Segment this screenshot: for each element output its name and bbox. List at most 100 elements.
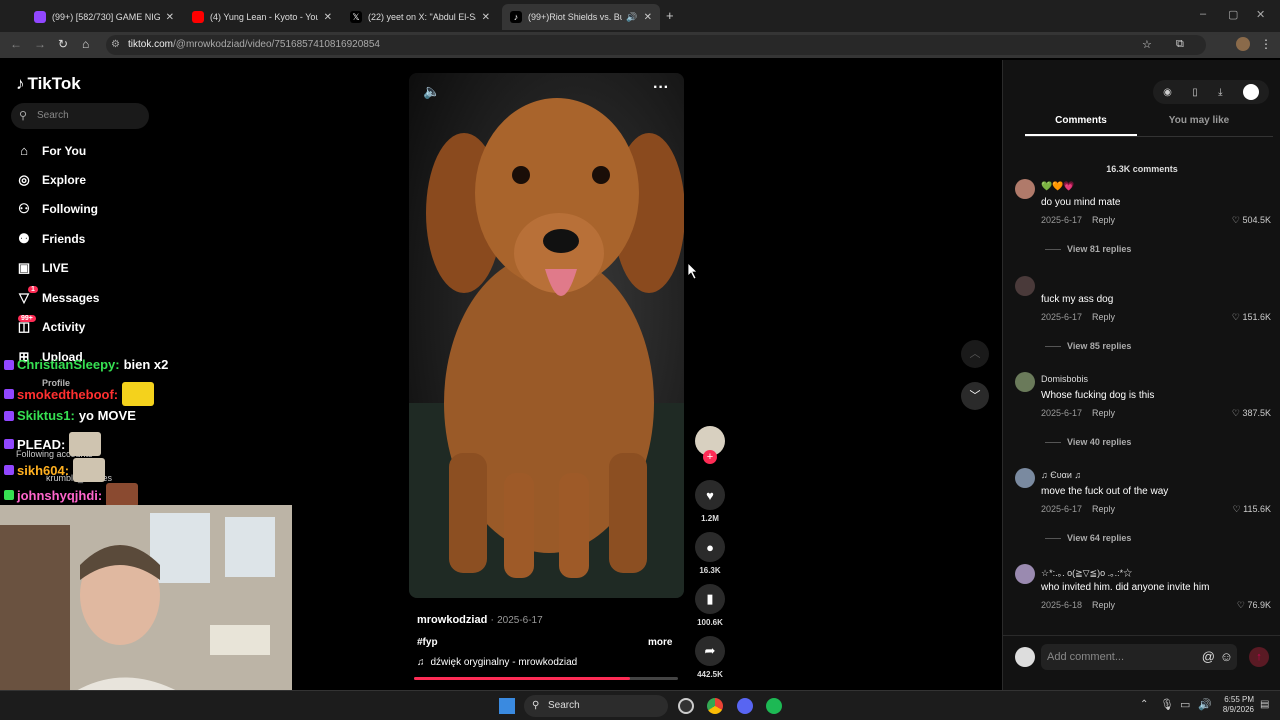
reply-button[interactable]: Reply [1092, 312, 1115, 322]
nav-explore[interactable]: ◎ Explore [16, 172, 86, 188]
avatar[interactable] [1015, 179, 1035, 199]
comment-user[interactable]: 💚🧡💗 [1041, 181, 1075, 192]
spotify-icon[interactable] [766, 698, 782, 714]
tiktok-logo[interactable]: ♪ TikTok [16, 74, 81, 94]
reply-button[interactable]: Reply [1092, 215, 1115, 225]
clock[interactable]: 6:55 PM 8/9/2026 [1214, 695, 1254, 715]
comment-meta: 2025-6-17 Reply [1041, 312, 1115, 322]
network-icon[interactable]: ▭ [1180, 698, 1190, 711]
view-replies-button[interactable]: View 40 replies [1045, 437, 1131, 447]
close-icon[interactable]: ✕ [324, 12, 332, 23]
video-player[interactable]: 🔈 ··· [409, 73, 684, 598]
browser-tab[interactable]: (99+) [582/730] GAME NIG ✕ [26, 4, 182, 30]
download-icon[interactable]: ⤓ [1218, 87, 1222, 98]
browser-tab[interactable]: (4) Yung Lean - Kyoto - YouTub ✕ [184, 4, 340, 30]
chrome-icon[interactable] [707, 698, 723, 714]
chat-message: johnshyqjhdi: [4, 483, 139, 507]
toggle-icon[interactable] [1242, 84, 1259, 100]
minimize-icon[interactable]: – [1200, 8, 1206, 20]
notifications-icon[interactable]: ▤ [1260, 699, 1269, 710]
share-button[interactable]: ➦ 442.5K [694, 636, 726, 679]
music-note-icon: ♫ [417, 657, 425, 668]
search-input[interactable]: ⚲ Search [11, 103, 149, 129]
nav-following[interactable]: ⚇ Following [16, 201, 98, 217]
tray-chevron-icon[interactable]: ⌃ [1140, 699, 1148, 710]
close-icon[interactable]: ✕ [166, 12, 174, 23]
volume-icon[interactable]: 🔈 [423, 83, 440, 100]
view-replies-button[interactable]: View 64 replies [1045, 533, 1131, 543]
video-author[interactable]: mrowkodziad [417, 614, 487, 626]
close-window-icon[interactable]: ✕ [1256, 8, 1265, 21]
comment-like-button[interactable]: ♡ 76.9K [1237, 600, 1271, 611]
add-comment-input[interactable]: Add comment... @ ☺ [1041, 644, 1237, 670]
tab-comments[interactable]: Comments [1025, 115, 1137, 126]
previous-video-button[interactable]: ︿ [961, 340, 989, 368]
comment-user[interactable]: Domisbobis [1041, 374, 1088, 384]
mention-icon[interactable]: @ [1202, 644, 1215, 670]
reply-button[interactable]: Reply [1092, 408, 1115, 418]
site-info-icon[interactable]: ⚙ [111, 39, 120, 50]
send-icon[interactable]: ↑ [1249, 647, 1269, 667]
browser-tab-active[interactable]: ♪ (99+)Riot Shields vs. Bullet 🔊 ✕ [502, 4, 660, 30]
avatar[interactable] [1015, 276, 1035, 296]
comment-user[interactable]: ♫ Єυαи ♫ [1041, 470, 1081, 480]
comment-button[interactable]: ● 16.3K [694, 532, 726, 575]
tab-you-may-like[interactable]: You may like [1143, 115, 1255, 126]
compass-icon[interactable]: ◉ [1163, 87, 1172, 98]
comment-like-button[interactable]: ♡ 151.6K [1232, 312, 1271, 323]
nav-live[interactable]: ▣ LIVE [16, 260, 69, 276]
avatar[interactable] [1015, 468, 1035, 488]
url-field[interactable]: tiktok.com/@mrowkodziad/video/7516857410… [106, 35, 1206, 55]
nav-for-you[interactable]: ⌂ For You [16, 143, 86, 159]
more-options-icon[interactable]: ··· [653, 79, 669, 97]
view-replies-button[interactable]: View 85 replies [1045, 341, 1131, 351]
save-button[interactable]: ▮ 100.6K [694, 584, 726, 627]
profile-avatar[interactable] [1236, 37, 1250, 51]
video-progress-track[interactable] [414, 677, 678, 680]
close-icon[interactable]: ✕ [644, 12, 652, 23]
follow-plus-icon[interactable]: + [703, 450, 717, 464]
speaker-icon[interactable]: 🔊 [626, 12, 637, 23]
forward-icon[interactable]: → [34, 37, 46, 51]
video-hashtag[interactable]: #fyp [417, 637, 438, 648]
video-sound[interactable]: ♫ dźwięk oryginalny - mrowkodziad [417, 657, 577, 668]
nav-friends[interactable]: ⚉ Friends [16, 231, 85, 247]
creator-avatar[interactable]: + [694, 426, 726, 464]
comment-user[interactable]: ☆*:.｡. o(≧▽≦)o .｡.:*☆ [1041, 566, 1132, 579]
view-replies-button[interactable]: View 81 replies [1045, 244, 1131, 254]
emoji-icon[interactable]: ☺ [1220, 644, 1233, 670]
comment-like-button[interactable]: ♡ 504.5K [1232, 215, 1271, 226]
taskbar-search[interactable]: ⚲ Search [524, 695, 668, 717]
phone-icon[interactable]: ▯ [1192, 87, 1198, 98]
like-button[interactable]: ♥ 1.2M [694, 480, 726, 523]
extensions-icon[interactable]: ⧉ [1176, 38, 1184, 51]
avatar[interactable] [1015, 372, 1035, 392]
menu-icon[interactable]: ⋮ [1260, 37, 1272, 51]
home-button-icon[interactable]: ⌂ [82, 37, 89, 51]
avatar[interactable] [1015, 564, 1035, 584]
reply-button[interactable]: Reply [1092, 504, 1115, 514]
new-tab-icon[interactable]: + [666, 8, 674, 23]
app-icon[interactable] [678, 698, 694, 714]
nav-messages[interactable]: ▽ Messages 1 [16, 286, 99, 306]
back-icon[interactable]: ← [10, 37, 22, 51]
microphone-icon[interactable]: 🎙 [1160, 698, 1174, 711]
reload-icon[interactable]: ↻ [58, 37, 68, 51]
comment-like-button[interactable]: ♡ 387.5K [1232, 408, 1271, 419]
volume-tray-icon[interactable]: 🔊 [1198, 698, 1212, 711]
discord-icon[interactable] [737, 698, 753, 714]
comment-meta: 2025-6-17 Reply [1041, 408, 1115, 418]
browser-tab[interactable]: 𝕏 (22) yeet on X: "Abdul El-Sayed ✕ [342, 4, 498, 30]
close-icon[interactable]: ✕ [482, 12, 490, 23]
maximize-icon[interactable]: ▢ [1228, 8, 1238, 21]
nav-activity[interactable]: ◫ Activity 99+ [16, 315, 85, 335]
windows-start-icon[interactable] [499, 698, 515, 714]
comment-count: 16.3K [699, 566, 721, 575]
bookmark-star-icon[interactable]: ☆ [1142, 38, 1152, 51]
chat-user: sikh604: [17, 462, 70, 478]
caption-more-button[interactable]: more [648, 637, 672, 648]
logo-text: TikTok [27, 74, 81, 93]
next-video-button[interactable]: ﹀ [961, 382, 989, 410]
reply-button[interactable]: Reply [1092, 600, 1115, 610]
comment-like-button[interactable]: ♡ 115.6K [1233, 504, 1271, 515]
